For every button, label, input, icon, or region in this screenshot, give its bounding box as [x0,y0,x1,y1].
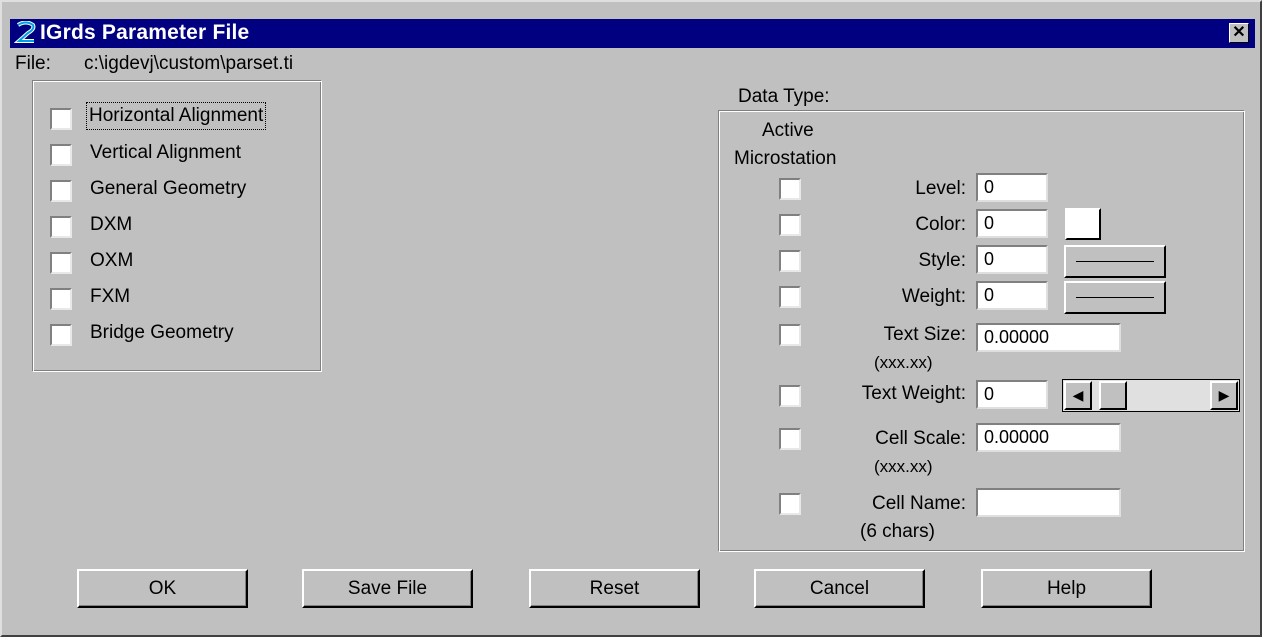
label-oxm[interactable]: OXM [90,250,133,272]
weight-label: Weight: [901,286,966,307]
scroll-left-button[interactable]: ◀ [1064,381,1092,410]
text-size-label: Text Size: [883,324,966,345]
cell-name-hint: (6 chars) [860,521,935,542]
cancel-button[interactable]: Cancel [754,569,925,608]
checkbox-horizontal-alignment[interactable] [50,108,72,130]
cell-name-field[interactable] [976,488,1121,517]
cell-scale-label: Cell Scale: [875,428,966,449]
text-weight-label: Text Weight: [861,383,966,404]
checkbox-weight[interactable] [779,286,801,308]
weight-field[interactable]: 0 [976,281,1048,310]
label-horizontal-alignment[interactable]: Horizontal Alignment [85,102,267,130]
label-fxm[interactable]: FXM [90,286,130,308]
color-label: Color: [915,214,966,235]
checkbox-cell-scale[interactable] [779,428,801,450]
label-general-geometry[interactable]: General Geometry [90,178,246,200]
close-icon: ✕ [1232,24,1246,41]
ok-button[interactable]: OK [77,569,248,608]
file-path: c:\igdevj\custom\parset.ti [84,53,294,74]
reset-button[interactable]: Reset [529,569,700,608]
checkbox-style[interactable] [779,250,801,272]
microstation-label: Microstation [734,148,837,169]
checkbox-text-weight[interactable] [779,385,801,407]
checkbox-bridge-geometry[interactable] [50,324,72,346]
save-file-button[interactable]: Save File [302,569,473,608]
style-preview-button[interactable] [1064,245,1166,278]
cell-scale-hint: (xxx.xx) [874,457,933,476]
checkbox-fxm[interactable] [50,288,72,310]
scroll-right-button[interactable]: ▶ [1210,381,1238,410]
dialog-window: IGrds Parameter File ✕ File: c:\igdevj\c… [0,0,1262,637]
color-field[interactable]: 0 [976,209,1048,238]
right-arrow-icon: ▶ [1218,387,1230,403]
active-label: Active [762,120,814,141]
checkbox-level[interactable] [779,178,801,200]
help-button[interactable]: Help [981,569,1152,608]
cell-scale-field[interactable]: 0.00000 [976,423,1121,452]
color-swatch-button[interactable] [1065,208,1101,240]
checkbox-dxm[interactable] [50,216,72,238]
scroll-thumb[interactable] [1099,381,1127,410]
checkbox-color[interactable] [779,214,801,236]
title-bar: IGrds Parameter File ✕ [10,19,1255,48]
weight-preview-button[interactable] [1064,281,1166,314]
style-label: Style: [918,250,966,271]
cell-name-label: Cell Name: [872,493,966,514]
line-weight-sample [1076,297,1154,298]
checkbox-text-size[interactable] [779,324,801,346]
file-label: File: [15,53,51,74]
style-field[interactable]: 0 [976,245,1048,274]
label-vertical-alignment[interactable]: Vertical Alignment [90,142,241,164]
window-title: IGrds Parameter File [40,21,250,44]
text-size-hint: (xxx.xx) [874,353,933,372]
label-bridge-geometry[interactable]: Bridge Geometry [90,322,234,344]
text-weight-field[interactable]: 0 [976,380,1048,409]
label-dxm[interactable]: DXM [90,214,132,236]
level-field[interactable]: 0 [976,173,1048,202]
data-type-heading: Data Type: [738,86,830,107]
checkbox-vertical-alignment[interactable] [50,144,72,166]
text-size-field[interactable]: 0.00000 [976,323,1121,352]
close-button[interactable]: ✕ [1229,23,1249,43]
left-arrow-icon: ◀ [1072,387,1084,403]
checkbox-general-geometry[interactable] [50,180,72,202]
checkbox-cell-name[interactable] [779,493,801,515]
level-label: Level: [915,178,966,199]
line-style-sample [1076,261,1154,262]
text-weight-scrollbar[interactable]: ◀ ▶ [1062,379,1240,412]
igrds-app-icon [14,21,36,43]
checkbox-oxm[interactable] [50,252,72,274]
